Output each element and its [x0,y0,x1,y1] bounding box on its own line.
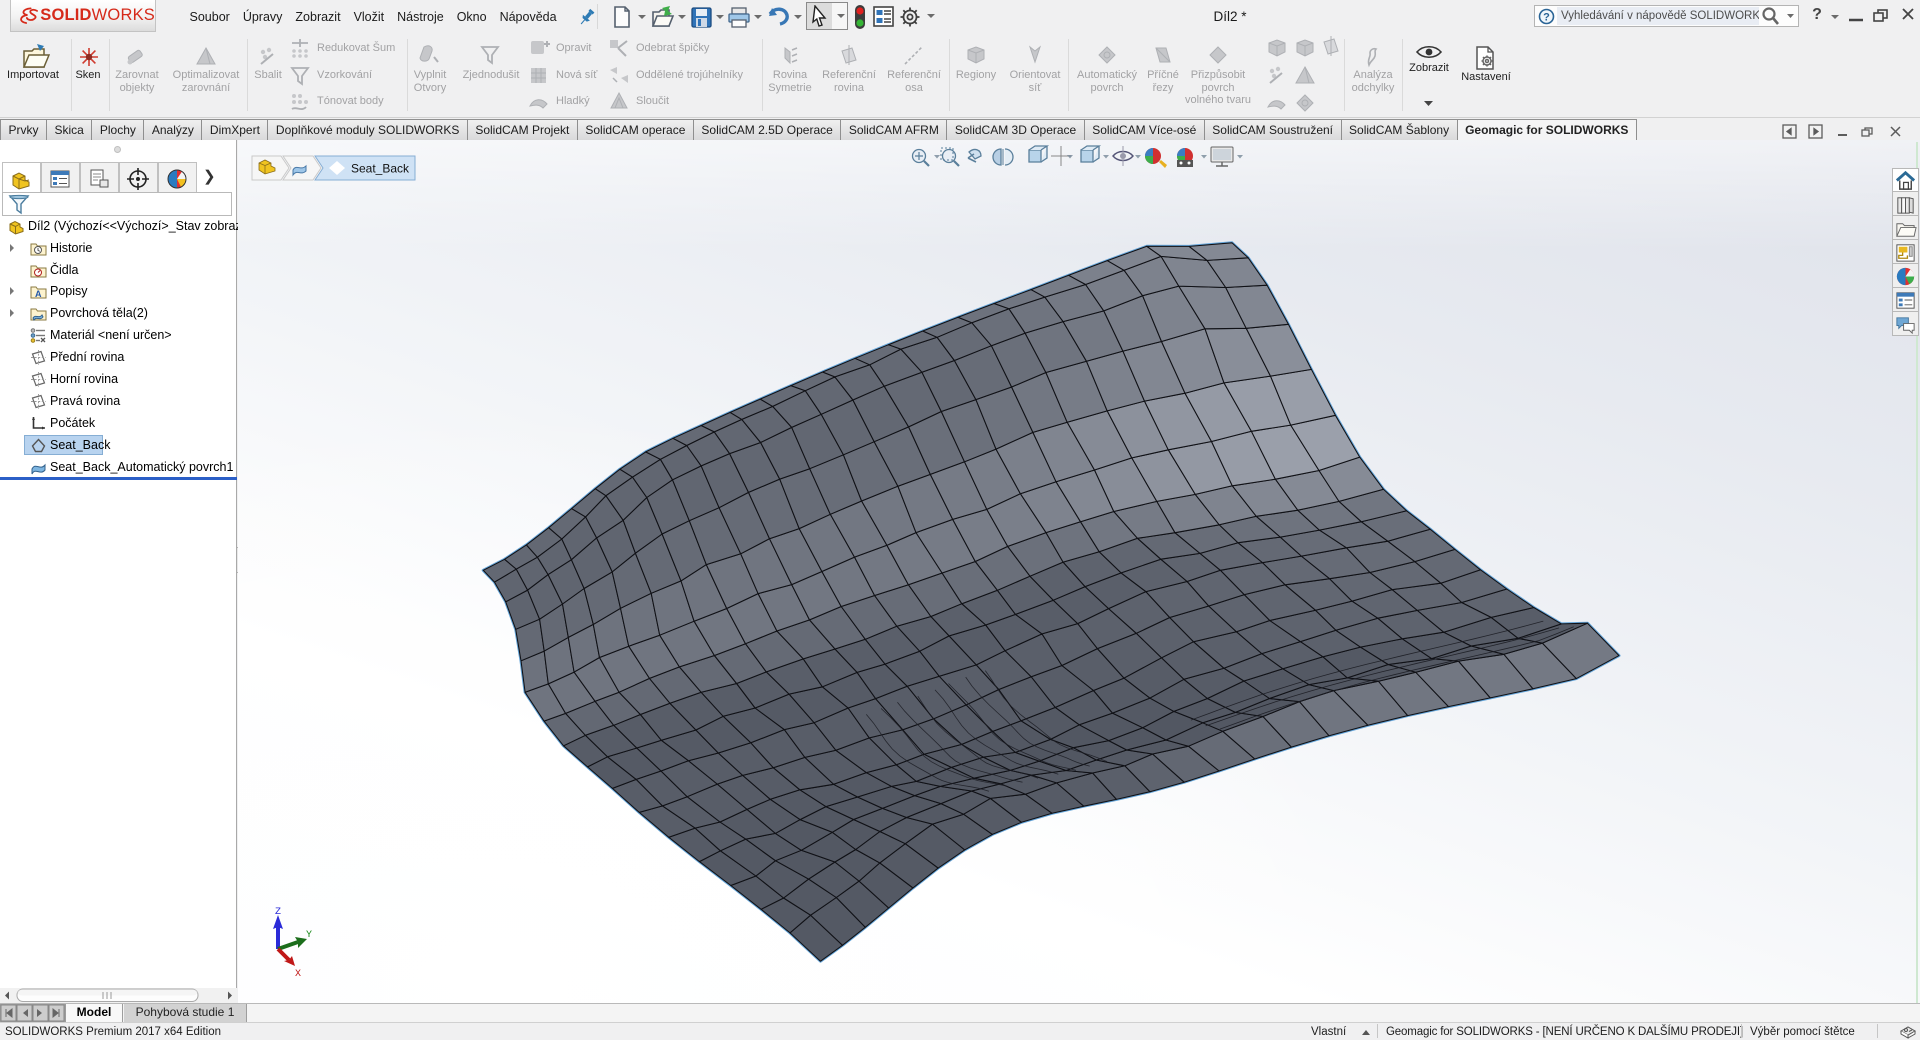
svg-text:X: X [295,969,301,980]
svg-text:?: ? [1543,11,1550,23]
svg-text:Z: Z [275,907,281,918]
svg-text:Y: Y [306,930,312,941]
svg-text:Seat_Back: Seat_Back [351,162,410,176]
